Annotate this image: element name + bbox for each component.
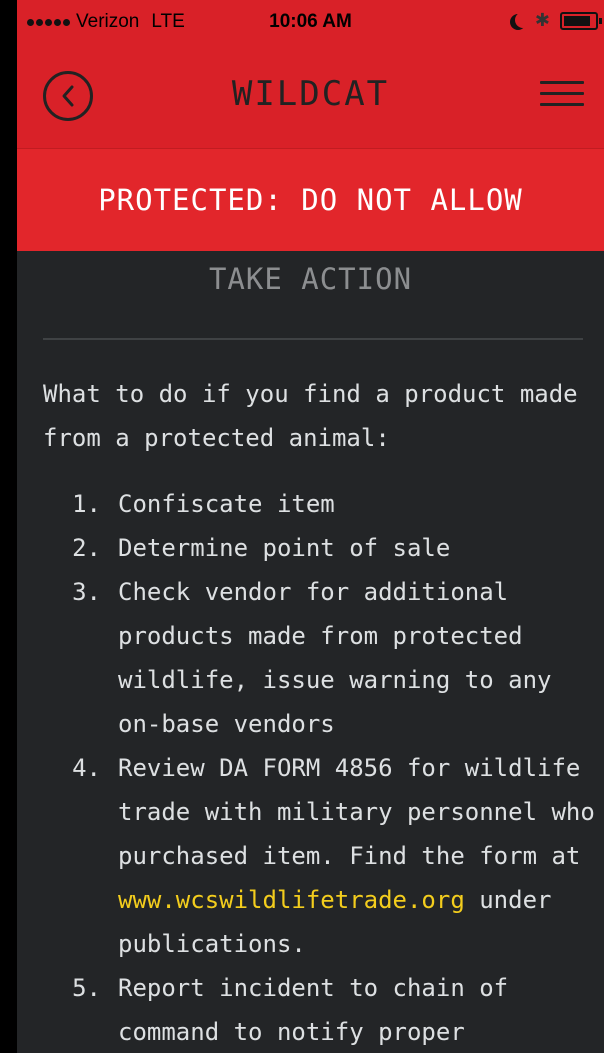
step-number: 2. bbox=[72, 534, 101, 562]
wildlife-trade-link[interactable]: www.wcswildlifetrade.org bbox=[118, 886, 465, 914]
instructions-content: What to do if you find a product made fr… bbox=[43, 372, 598, 1053]
intro-text: What to do if you find a product made fr… bbox=[43, 380, 578, 452]
protection-status-banner: PROTECTED: DO NOT ALLOW bbox=[17, 148, 604, 251]
step-text-with-link: Review DA FORM 4856 for wildlife trade w… bbox=[118, 746, 598, 966]
step-text: Review DA FORM 4856 for wildlife trade w… bbox=[118, 754, 595, 870]
list-item: 2. Determine point of sale bbox=[43, 526, 598, 570]
nav-bar: WILDCAT bbox=[17, 44, 604, 148]
battery-icon bbox=[560, 11, 602, 30]
step-number: 3. bbox=[72, 578, 101, 606]
status-bar: Verizon LTE 10:06 AM ✱ bbox=[17, 0, 604, 44]
status-right: ✱ bbox=[509, 10, 602, 31]
divider bbox=[43, 338, 583, 340]
list-item: 4. Review DA FORM 4856 for wildlife trad… bbox=[43, 746, 598, 966]
list-item: 5. Report incident to chain of command t… bbox=[43, 966, 598, 1053]
step-number: 4. bbox=[72, 754, 101, 782]
step-text: Report incident to chain of command to n… bbox=[118, 974, 509, 1046]
app-title: WILDCAT bbox=[231, 74, 390, 114]
menu-line bbox=[540, 103, 584, 106]
app-screen: Verizon LTE 10:06 AM ✱ WILDCAT PROTECTED… bbox=[17, 0, 604, 1053]
list-item: 3. Check vendor for additional products … bbox=[43, 570, 598, 746]
step-text: Confiscate item bbox=[118, 490, 335, 518]
bluetooth-icon: ✱ bbox=[534, 10, 550, 30]
section-title: TAKE ACTION bbox=[208, 262, 413, 296]
step-number: 1. bbox=[72, 490, 101, 518]
step-text: Determine point of sale bbox=[118, 534, 451, 562]
menu-line bbox=[540, 92, 584, 95]
menu-line bbox=[540, 81, 584, 84]
list-item: 1. Confiscate item bbox=[43, 482, 598, 526]
menu-button[interactable] bbox=[540, 81, 584, 109]
action-steps-list: 1. Confiscate item 2. Determine point of… bbox=[43, 482, 598, 1053]
step-number: 5. bbox=[72, 974, 101, 1002]
do-not-disturb-icon bbox=[515, 12, 531, 28]
step-text: Check vendor for additional products mad… bbox=[118, 578, 552, 738]
